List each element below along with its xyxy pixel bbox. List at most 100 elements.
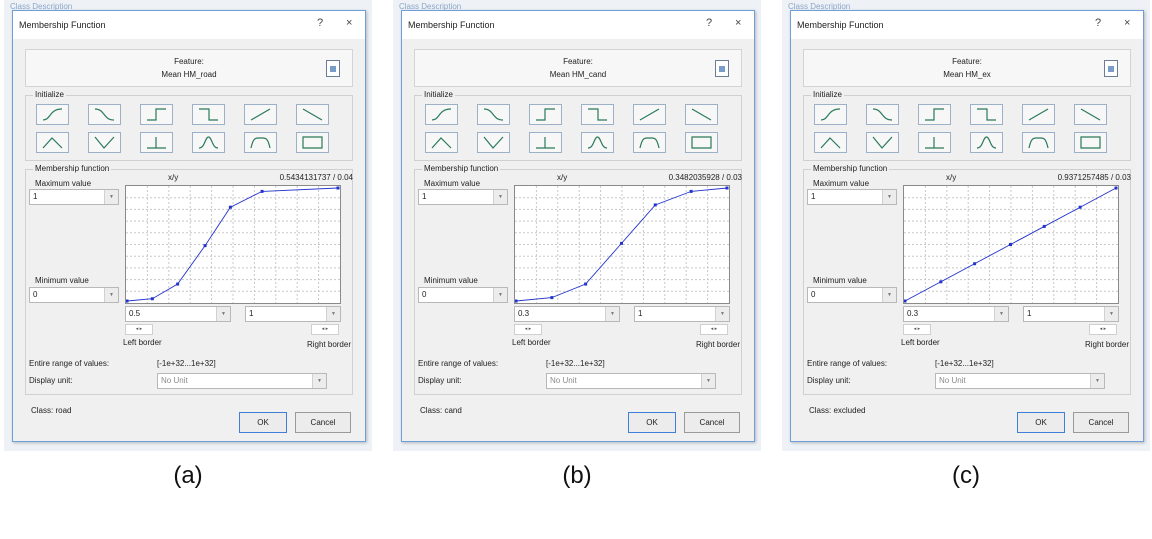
- step-up-button[interactable]: [140, 104, 173, 125]
- singleton-button[interactable]: [529, 132, 562, 153]
- right-border-spinner[interactable]: ◂ ▸: [700, 324, 728, 335]
- display-unit-select[interactable]: No Unit ▼: [546, 373, 716, 389]
- cancel-button[interactable]: Cancel: [295, 412, 351, 433]
- maximum-value-select[interactable]: 1 ▼: [418, 189, 508, 205]
- close-button[interactable]: ×: [1124, 17, 1130, 29]
- linear-up-button[interactable]: [244, 104, 277, 125]
- step-down-button[interactable]: [581, 104, 614, 125]
- close-button[interactable]: ×: [735, 17, 741, 29]
- cancel-button[interactable]: Cancel: [1073, 412, 1129, 433]
- minimum-value-select[interactable]: 0 ▼: [418, 287, 508, 303]
- s-curve-up-button[interactable]: [425, 104, 458, 125]
- left-border-select[interactable]: 0.3 ▼: [903, 306, 1009, 322]
- curve-point[interactable]: [203, 244, 207, 248]
- triangle-button[interactable]: [36, 132, 69, 153]
- linear-down-button[interactable]: [296, 104, 329, 125]
- maximum-value-select[interactable]: 1 ▼: [29, 189, 119, 205]
- right-border-spinner[interactable]: ◂ ▸: [1089, 324, 1117, 335]
- curve-point[interactable]: [973, 262, 977, 266]
- curve-point[interactable]: [260, 189, 264, 193]
- help-button[interactable]: ?: [1095, 17, 1101, 29]
- triangle-button[interactable]: [425, 132, 458, 153]
- left-border-spinner[interactable]: ◂ ▸: [514, 324, 542, 335]
- trapezoid-button[interactable]: [244, 132, 277, 153]
- maximum-value-select[interactable]: 1 ▼: [807, 189, 897, 205]
- curve-point[interactable]: [620, 241, 623, 245]
- chart-svg[interactable]: [126, 186, 340, 303]
- membership-chart[interactable]: [514, 185, 730, 304]
- full-range-button[interactable]: [296, 132, 329, 153]
- s-curve-up-button[interactable]: [814, 104, 847, 125]
- linear-down-button[interactable]: [1074, 104, 1107, 125]
- membership-chart[interactable]: [903, 185, 1119, 304]
- left-border-spinner[interactable]: ◂ ▸: [903, 324, 931, 335]
- ok-button[interactable]: OK: [628, 412, 676, 433]
- curve-point[interactable]: [336, 186, 340, 190]
- left-border-select[interactable]: 0.5 ▼: [125, 306, 231, 322]
- curve-point[interactable]: [550, 296, 554, 300]
- curve-point[interactable]: [1042, 224, 1046, 228]
- help-button[interactable]: ?: [706, 17, 712, 29]
- v-shape-button[interactable]: [866, 132, 899, 153]
- curve-point[interactable]: [515, 299, 518, 303]
- s-curve-up-button[interactable]: [36, 104, 69, 125]
- membership-chart[interactable]: [125, 185, 341, 304]
- linear-up-button[interactable]: [1022, 104, 1055, 125]
- minimum-value-select[interactable]: 0 ▼: [807, 287, 897, 303]
- curve-point[interactable]: [653, 203, 657, 207]
- singleton-button[interactable]: [918, 132, 951, 153]
- help-button[interactable]: ?: [317, 17, 323, 29]
- step-up-button[interactable]: [918, 104, 951, 125]
- trapezoid-button[interactable]: [633, 132, 666, 153]
- chart-svg[interactable]: [904, 186, 1118, 303]
- right-border-select[interactable]: 1 ▼: [634, 306, 730, 322]
- linear-down-button[interactable]: [685, 104, 718, 125]
- feature-select-icon[interactable]: [1104, 60, 1118, 77]
- bell-button[interactable]: [192, 132, 225, 153]
- left-border-spinner[interactable]: ◂ ▸: [125, 324, 153, 335]
- ok-button[interactable]: OK: [1017, 412, 1065, 433]
- step-down-button[interactable]: [192, 104, 225, 125]
- right-border-select[interactable]: 1 ▼: [245, 306, 341, 322]
- ok-button[interactable]: OK: [239, 412, 287, 433]
- full-range-button[interactable]: [1074, 132, 1107, 153]
- minimum-value-select[interactable]: 0 ▼: [29, 287, 119, 303]
- curve-point[interactable]: [176, 282, 180, 286]
- triangle-button[interactable]: [814, 132, 847, 153]
- step-up-button[interactable]: [529, 104, 562, 125]
- feature-select-icon[interactable]: [715, 60, 729, 77]
- curve-point[interactable]: [725, 186, 729, 190]
- chart-svg[interactable]: [515, 186, 729, 303]
- display-unit-select[interactable]: No Unit ▼: [157, 373, 327, 389]
- linear-up-button[interactable]: [633, 104, 666, 125]
- bell-button[interactable]: [581, 132, 614, 153]
- curve-point[interactable]: [584, 282, 588, 286]
- curve-point[interactable]: [904, 299, 907, 303]
- s-curve-down-button[interactable]: [866, 104, 899, 125]
- v-shape-button[interactable]: [477, 132, 510, 153]
- left-border-value: 0.5: [129, 309, 141, 318]
- v-shape-button[interactable]: [88, 132, 121, 153]
- curve-point[interactable]: [689, 189, 693, 193]
- close-button[interactable]: ×: [346, 17, 352, 29]
- right-border-spinner[interactable]: ◂ ▸: [311, 324, 339, 335]
- curve-point[interactable]: [228, 205, 232, 209]
- s-curve-down-button[interactable]: [88, 104, 121, 125]
- cancel-button[interactable]: Cancel: [684, 412, 740, 433]
- trapezoid-button[interactable]: [1022, 132, 1055, 153]
- singleton-button[interactable]: [140, 132, 173, 153]
- full-range-button[interactable]: [685, 132, 718, 153]
- curve-point[interactable]: [939, 280, 943, 284]
- bell-button[interactable]: [970, 132, 1003, 153]
- display-unit-select[interactable]: No Unit ▼: [935, 373, 1105, 389]
- curve-point[interactable]: [126, 299, 129, 303]
- curve-point[interactable]: [1009, 243, 1012, 246]
- curve-point[interactable]: [1078, 205, 1082, 209]
- step-down-button[interactable]: [970, 104, 1003, 125]
- feature-select-icon[interactable]: [326, 60, 340, 77]
- s-curve-down-button[interactable]: [477, 104, 510, 125]
- left-border-select[interactable]: 0.3 ▼: [514, 306, 620, 322]
- right-border-select[interactable]: 1 ▼: [1023, 306, 1119, 322]
- curve-point[interactable]: [1114, 186, 1118, 190]
- curve-point[interactable]: [150, 297, 154, 301]
